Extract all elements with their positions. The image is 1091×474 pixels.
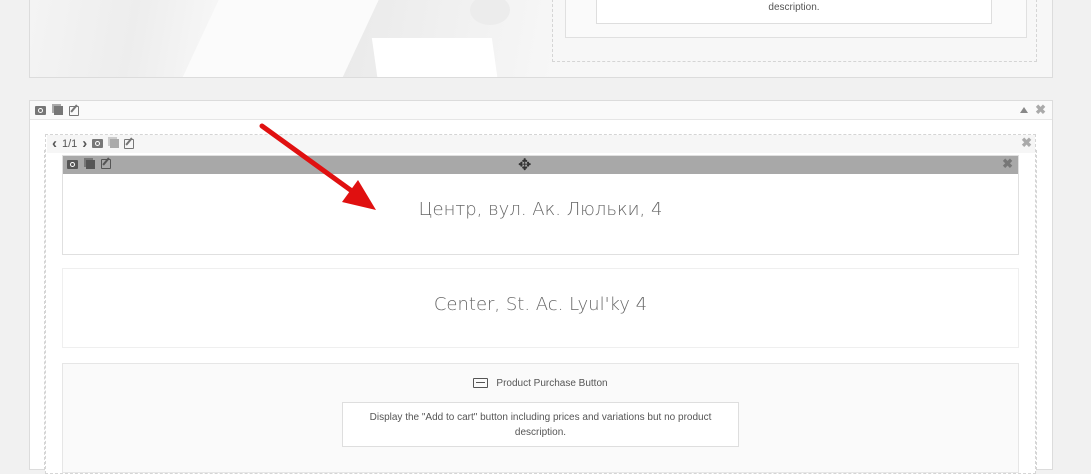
row-toolbar-icons: [35, 105, 79, 116]
column-border: [1036, 150, 1037, 470]
column-pager: 1/1: [62, 137, 78, 150]
edit-icon[interactable]: [69, 105, 79, 116]
module-toolbar-icons: [67, 159, 111, 169]
move-icon[interactable]: ✥: [518, 155, 531, 175]
camera-icon[interactable]: [35, 106, 46, 115]
close-icon[interactable]: ✖: [1002, 157, 1013, 170]
close-icon[interactable]: ✖: [1021, 136, 1032, 149]
product-purchase-button-module[interactable]: Product Purchase Button Display the "Add…: [62, 363, 1019, 473]
text-module-active[interactable]: ✥ ✖ Центр, вул. Ак. Люльки, 4: [62, 155, 1019, 255]
image-shape: [470, 0, 510, 25]
duplicate-icon[interactable]: [54, 106, 63, 115]
row-controls: ✖: [1020, 103, 1046, 116]
module-description: Display the "Add to cart" button includi…: [342, 402, 739, 447]
module-text: Центр, вул. Ак. Люльки, 4: [418, 199, 663, 220]
chevron-left-icon[interactable]: ‹: [52, 136, 57, 151]
camera-icon[interactable]: [67, 159, 78, 169]
close-icon[interactable]: ✖: [1035, 103, 1046, 116]
column-toolbar: ‹ 1/1 › ✖: [47, 135, 1035, 153]
row-toolbar: ✖: [30, 101, 1052, 120]
previous-row: description.: [29, 0, 1053, 78]
camera-icon[interactable]: [92, 139, 104, 148]
background-image: [30, 0, 553, 77]
previous-module-description: description.: [596, 0, 992, 24]
module-text: Center, St. Ac. Lyul'ky 4: [433, 294, 648, 315]
module-toolbar: ✥ ✖: [63, 156, 1018, 174]
image-shape: [172, 0, 388, 77]
column-border: [44, 150, 45, 470]
duplicate-icon[interactable]: [86, 159, 95, 169]
chevron-right-icon[interactable]: ›: [82, 136, 87, 151]
edit-icon[interactable]: [124, 138, 135, 149]
text-module[interactable]: Center, St. Ac. Lyul'ky 4: [62, 268, 1019, 348]
module-title: Product Purchase Button: [496, 378, 608, 389]
duplicate-icon[interactable]: [110, 139, 120, 148]
edit-icon[interactable]: [101, 159, 111, 169]
caret-up-icon[interactable]: [1020, 106, 1029, 113]
image-shape: [371, 38, 499, 77]
annotation-arrow: [259, 123, 376, 210]
button-icon: [473, 378, 489, 389]
column-toolbar-icons: ‹ 1/1 ›: [52, 136, 135, 151]
module-title-line: Product Purchase Button: [63, 378, 1018, 389]
